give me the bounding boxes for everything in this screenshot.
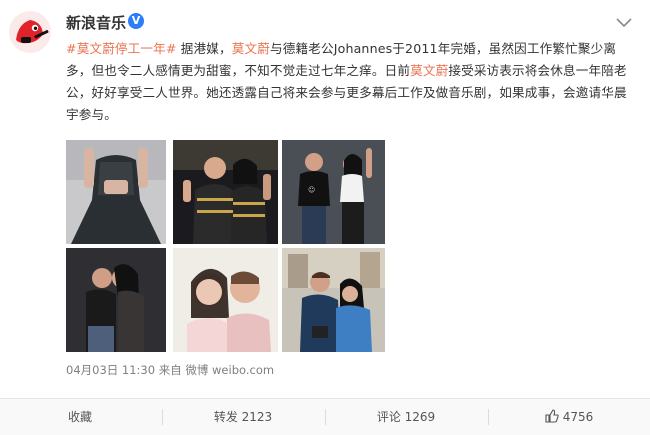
comment-button[interactable]: 评论 1269 — [325, 399, 487, 435]
post-photo-6[interactable] — [282, 248, 385, 352]
repost-button[interactable]: 转发 2123 — [162, 399, 324, 435]
account-name[interactable]: 新浪音乐 — [66, 12, 126, 33]
hashtag-link[interactable]: #莫文蔚停工一年# — [66, 41, 177, 56]
like-count: 4756 — [562, 410, 594, 424]
post-photo-1[interactable] — [66, 140, 166, 244]
like-button[interactable]: 4756 — [488, 399, 650, 435]
post-photo-2[interactable] — [173, 140, 278, 244]
weibo-post-card: 新浪音乐 V #莫文蔚停工一年# 据港媒，莫文蔚与德籍老公Johannes于20… — [0, 0, 650, 435]
post-meta: 04月03日 11:30 来自 微博 weibo.com — [66, 363, 275, 377]
mention-link[interactable]: 莫文蔚 — [410, 63, 448, 78]
post-photo-3[interactable]: ☺ — [282, 140, 385, 244]
favorite-label: 收藏 — [67, 410, 92, 424]
post-photo-5[interactable] — [173, 248, 278, 352]
thumbs-up-icon — [545, 409, 559, 423]
account-avatar[interactable] — [8, 10, 52, 54]
mention-link[interactable]: 莫文蔚 — [232, 41, 270, 56]
post-text: #莫文蔚停工一年# 据港媒，莫文蔚与德籍老公Johannes于2011年完婚，虽… — [66, 38, 632, 126]
favorite-button[interactable]: 收藏 — [0, 399, 160, 435]
comment-label: 评论 1269 — [376, 410, 436, 424]
svg-text:☺: ☺ — [308, 186, 315, 194]
repost-label: 转发 2123 — [213, 410, 273, 424]
post-text-segment: 据港媒， — [176, 41, 232, 56]
post-photo-4[interactable] — [66, 248, 166, 352]
chevron-down-icon[interactable] — [614, 15, 634, 31]
action-bar: 收藏 转发 2123 评论 1269 4756 — [0, 398, 650, 435]
verified-icon: V — [128, 13, 144, 29]
